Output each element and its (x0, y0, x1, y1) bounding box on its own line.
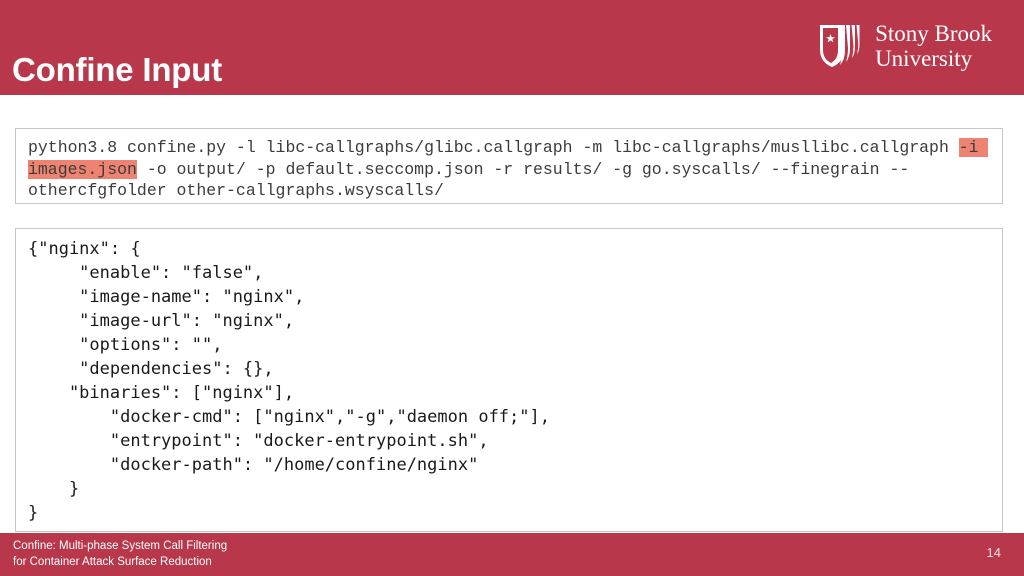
json-config-box: {"nginx": { "enable": "false", "image-na… (15, 228, 1003, 532)
slide-header-band: Confine Input Stony Brook University (0, 0, 1024, 95)
slide-footer-band: Confine: Multi-phase System Call Filteri… (0, 533, 1024, 576)
slide-page-number: 14 (986, 545, 1001, 560)
logo-text-line2: University (875, 46, 973, 71)
page-title: Confine Input (12, 51, 223, 88)
stony-brook-shield-icon (814, 20, 866, 72)
university-logo: Stony Brook University (814, 20, 992, 72)
command-code-box: python3.8 confine.py -l libc-callgraphs/… (15, 128, 1003, 204)
command-segment-before: python3.8 confine.py -l libc-callgraphs/… (28, 138, 959, 157)
logo-text-line1: Stony Brook (875, 21, 992, 46)
command-text: python3.8 confine.py -l libc-callgraphs/… (28, 137, 992, 202)
footer-title-line2: for Container Attack Surface Reduction (13, 555, 212, 568)
json-config-text: {"nginx": { "enable": "false", "image-na… (28, 239, 550, 523)
command-segment-after: -o output/ -p default.seccomp.json -r re… (28, 159, 910, 201)
footer-paper-title: Confine: Multi-phase System Call Filteri… (13, 539, 227, 570)
footer-title-line1: Confine: Multi-phase System Call Filteri… (13, 540, 228, 552)
university-logo-text: Stony Brook University (875, 21, 992, 71)
